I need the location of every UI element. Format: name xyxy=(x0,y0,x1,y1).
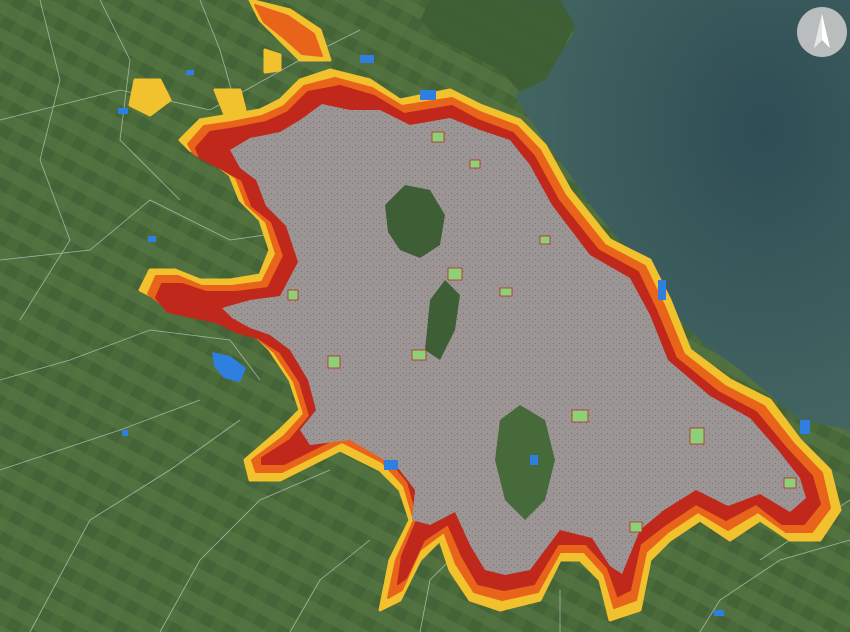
map-canvas xyxy=(0,0,850,632)
map-view[interactable] xyxy=(0,0,850,632)
north-arrow-icon xyxy=(796,6,848,58)
